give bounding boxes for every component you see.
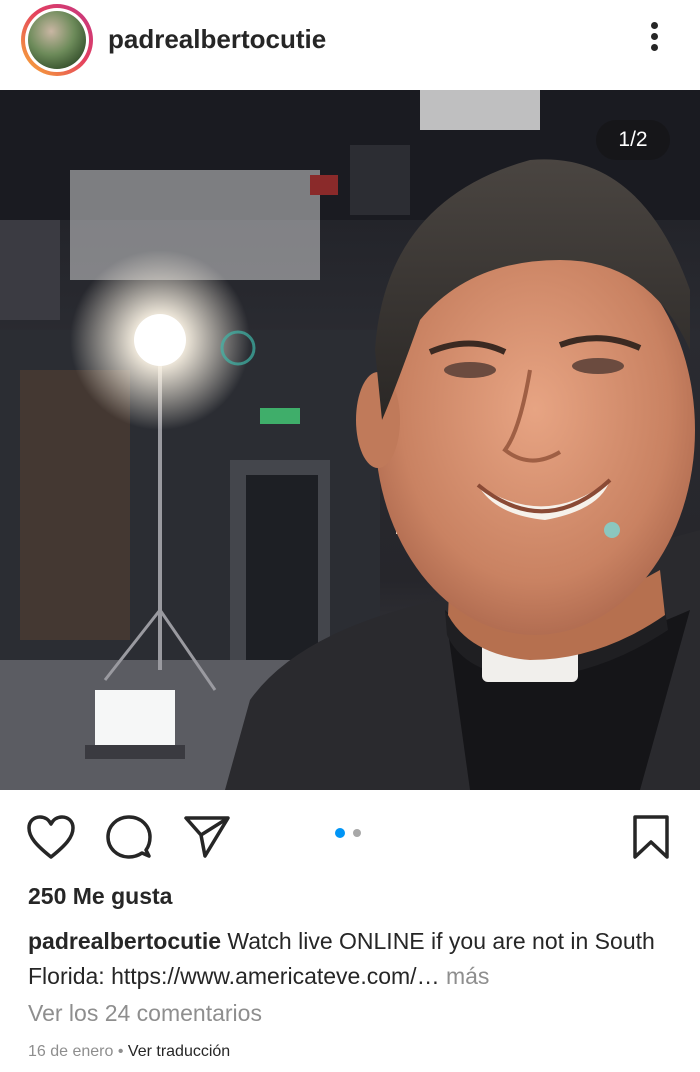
image-counter-badge: 1/2 — [596, 120, 670, 160]
avatar-photo — [25, 8, 89, 72]
view-comments-link[interactable]: Ver los 24 comentarios — [28, 1000, 262, 1027]
post-meta: 16 de enero • Ver traducción — [28, 1043, 230, 1061]
caption-username[interactable]: padrealbertocutie — [28, 928, 221, 954]
translate-link[interactable]: Ver traducción — [128, 1043, 230, 1060]
studio-selfie-illustration — [0, 90, 700, 790]
carousel-dot — [353, 829, 361, 837]
post-username[interactable]: padrealbertocutie — [108, 24, 326, 55]
more-vertical-icon[interactable] — [642, 22, 666, 56]
meta-separator: • — [117, 1043, 124, 1060]
post-caption: padrealbertocutie Watch live ONLINE if y… — [28, 924, 678, 994]
caption-more-link[interactable]: más — [446, 963, 489, 989]
comment-icon[interactable] — [105, 813, 153, 861]
carousel-indicator — [335, 828, 369, 840]
post-image[interactable]: 1/2 — [0, 90, 700, 790]
avatar[interactable] — [21, 4, 93, 76]
post-header: padrealbertocutie — [0, 0, 700, 90]
avatar-image — [28, 11, 86, 69]
bookmark-icon[interactable] — [632, 814, 670, 860]
carousel-dot-active — [335, 828, 345, 838]
post-date: 16 de enero — [28, 1043, 114, 1060]
send-icon[interactable] — [183, 815, 231, 859]
heart-icon[interactable] — [26, 814, 76, 860]
like-count[interactable]: 250 Me gusta — [28, 883, 172, 910]
